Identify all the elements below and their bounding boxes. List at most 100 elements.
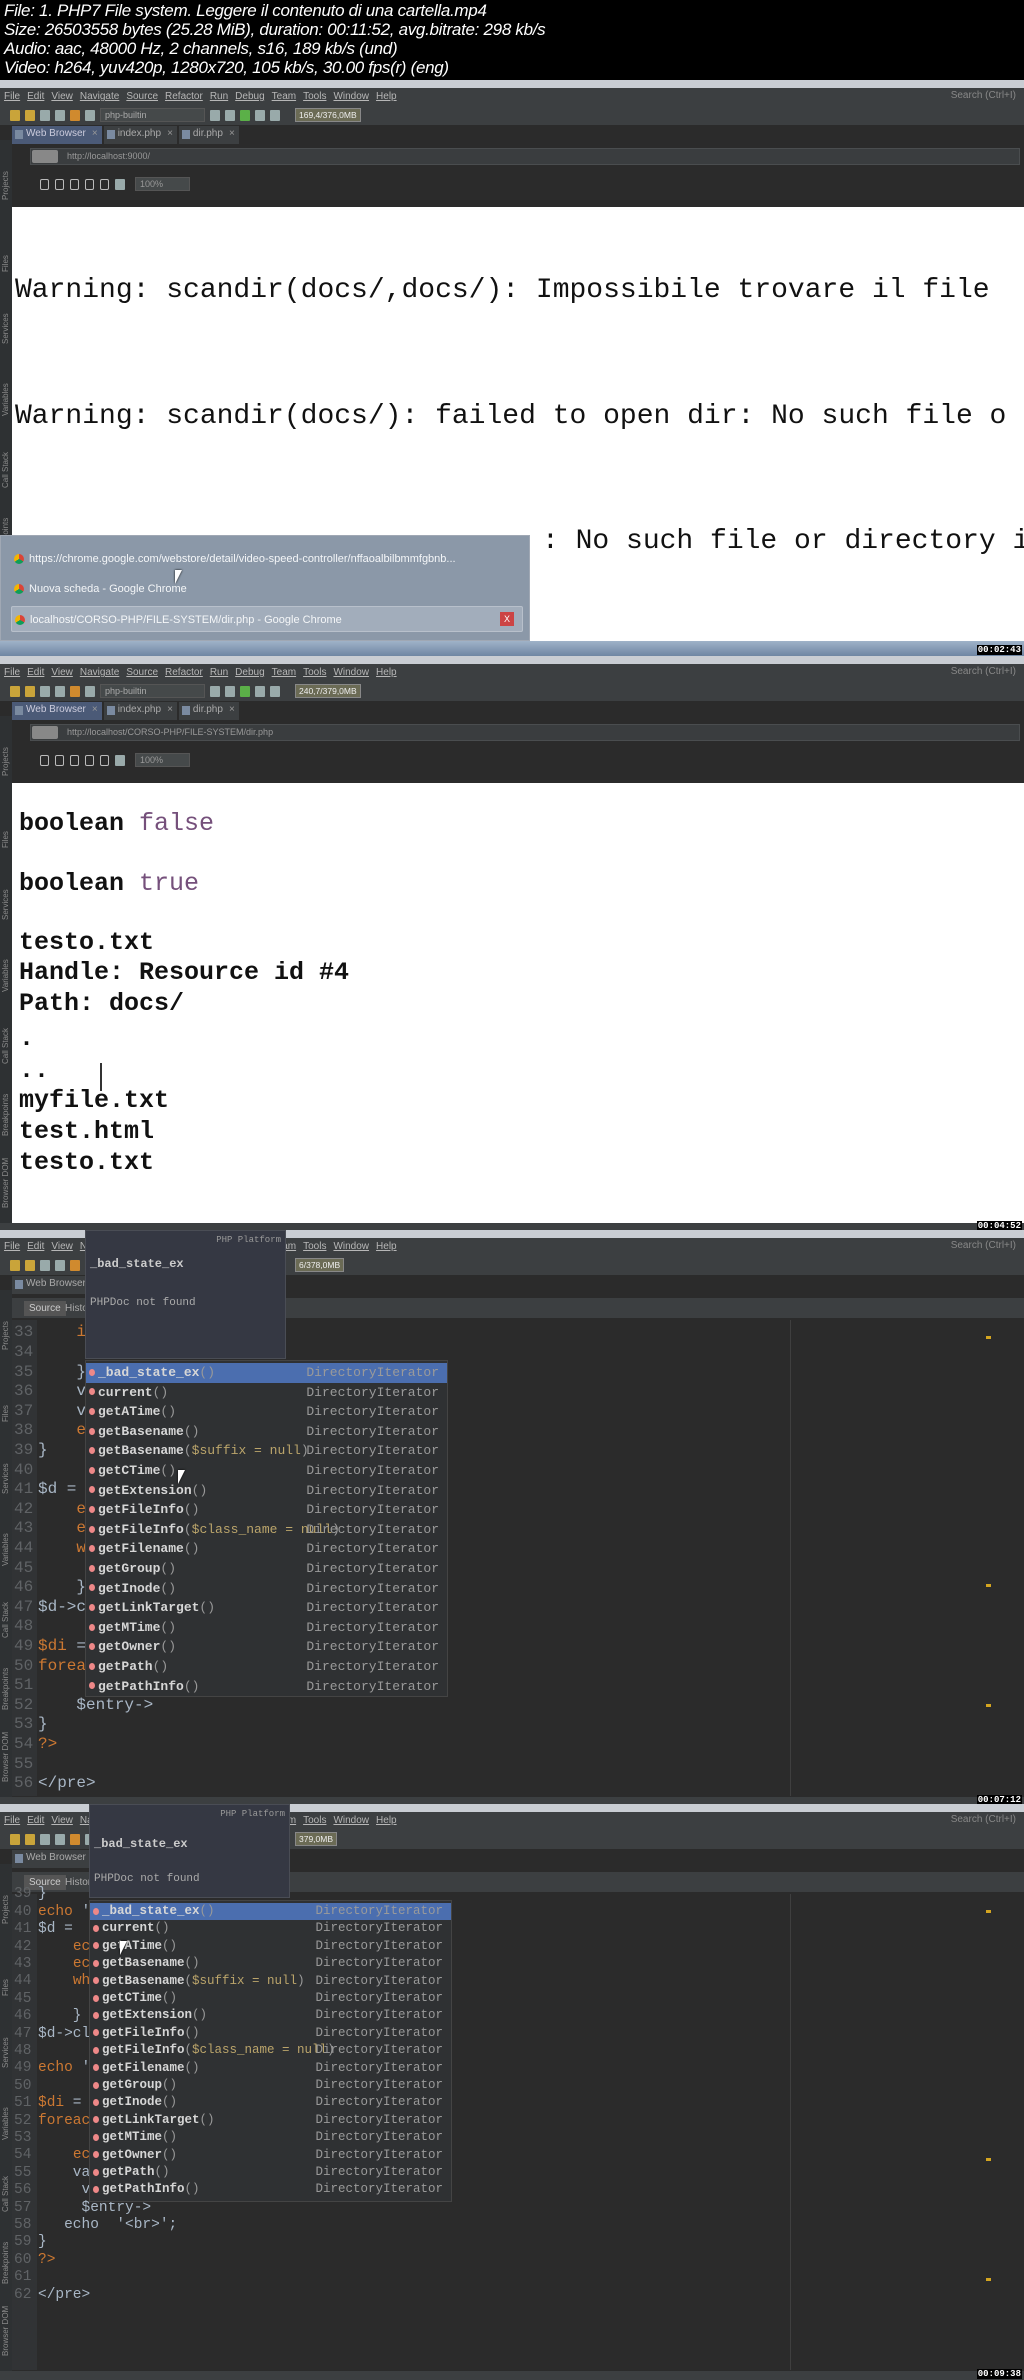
new-project-icon[interactable] — [25, 685, 35, 697]
completion-item[interactable]: getATime() DirectoryIterator — [86, 1402, 447, 1422]
side-panel-call-stack[interactable]: Call Stack — [1, 1602, 10, 1638]
side-panel-breakpoints[interactable]: Breakpoints — [1, 1668, 10, 1710]
search-box[interactable]: Search (Ctrl+I) — [951, 90, 1016, 101]
side-panel-projects[interactable]: Projects — [1, 1321, 10, 1350]
side-panel-files[interactable]: Files — [1, 255, 10, 272]
menu-run[interactable]: Run — [210, 667, 228, 678]
side-panel-breakpoints[interactable]: Breakpoints — [1, 1094, 10, 1136]
completion-item[interactable]: getFileInfo() DirectoryIterator — [90, 2025, 451, 2042]
completion-item[interactable]: getOwner() DirectoryIterator — [86, 1637, 447, 1657]
menu-help[interactable]: Help — [376, 667, 397, 678]
memory-indicator[interactable]: 6/378,0MB — [295, 1258, 345, 1272]
save-all-icon[interactable] — [55, 685, 65, 697]
warning-marker[interactable] — [986, 1704, 991, 1707]
search-box[interactable]: Search (Ctrl+I) — [951, 1240, 1016, 1251]
completion-item[interactable]: _bad_state_ex() DirectoryIterator — [86, 1363, 447, 1383]
menu-view[interactable]: View — [51, 1241, 73, 1252]
debug-icon[interactable] — [255, 685, 265, 697]
new-file-icon[interactable] — [10, 109, 20, 121]
menu-source[interactable]: Source — [126, 91, 158, 102]
side-panel-call-stack[interactable]: Call Stack — [1, 2176, 10, 2212]
tab-dir-php[interactable]: dir.php × — [178, 702, 239, 720]
side-panel-variables[interactable]: Variables — [1, 383, 10, 416]
menu-file[interactable]: File — [4, 1241, 20, 1252]
completion-item[interactable]: getFileInfo($class_name = null) Directory… — [86, 1520, 447, 1540]
new-project-icon[interactable] — [25, 1833, 35, 1845]
redo-icon[interactable] — [85, 685, 95, 697]
zoom-select[interactable]: 100% — [135, 177, 190, 191]
menu-file[interactable]: File — [4, 91, 20, 102]
menu-view[interactable]: View — [51, 91, 73, 102]
menu-run[interactable]: Run — [210, 91, 228, 102]
tablet-portrait-icon[interactable] — [70, 754, 79, 766]
completion-item[interactable]: getBasename() DirectoryIterator — [86, 1422, 447, 1442]
close-tab-icon[interactable]: × — [92, 704, 98, 715]
menu-help[interactable]: Help — [376, 1241, 397, 1252]
code-completion-list[interactable]: _bad_state_ex() DirectoryIterator current(… — [85, 1360, 448, 1697]
menu-help[interactable]: Help — [376, 1815, 397, 1826]
completion-item[interactable]: current() DirectoryIterator — [86, 1383, 447, 1403]
back-forward-buttons[interactable] — [32, 150, 58, 163]
phone-landscape-icon[interactable] — [85, 754, 94, 766]
side-panel-breakpoints[interactable]: Breakpoints — [1, 2242, 10, 2284]
completion-item[interactable]: getFilename() DirectoryIterator — [90, 2060, 451, 2077]
close-window-button[interactable]: X — [500, 612, 514, 626]
side-panel-services[interactable]: Services — [1, 313, 10, 344]
menu-tools[interactable]: Tools — [303, 1241, 326, 1252]
undo-icon[interactable] — [70, 109, 80, 121]
completion-item[interactable]: _bad_state_ex() DirectoryIterator — [90, 1903, 451, 1921]
close-tab-icon[interactable]: × — [167, 704, 173, 715]
menu-help[interactable]: Help — [376, 91, 397, 102]
warning-marker[interactable] — [986, 2158, 991, 2161]
completion-item[interactable]: getFileInfo($class_name = null) Directory… — [90, 2042, 451, 2059]
completion-item[interactable]: getPath() DirectoryIterator — [86, 1657, 447, 1677]
code-completion-list[interactable]: _bad_state_ex() DirectoryIterator current(… — [89, 1900, 452, 2202]
undo-icon[interactable] — [70, 685, 80, 697]
warning-marker[interactable] — [986, 1910, 991, 1913]
menu-edit[interactable]: Edit — [27, 667, 44, 678]
menu-debug[interactable]: Debug — [235, 667, 264, 678]
completion-item[interactable]: getGroup() DirectoryIterator — [86, 1559, 447, 1579]
menu-window[interactable]: Window — [333, 91, 369, 102]
menu-source[interactable]: Source — [126, 667, 158, 678]
menu-edit[interactable]: Edit — [27, 91, 44, 102]
completion-item[interactable]: getFileInfo() DirectoryIterator — [86, 1500, 447, 1520]
menu-refactor[interactable]: Refactor — [165, 91, 203, 102]
side-panel-projects[interactable]: Projects — [1, 1895, 10, 1924]
tablet-landscape-icon[interactable] — [55, 754, 64, 766]
menu-navigate[interactable]: Navigate — [80, 667, 119, 678]
menu-window[interactable]: Window — [333, 667, 369, 678]
phone-portrait-icon[interactable] — [100, 754, 109, 766]
build-icon[interactable] — [210, 109, 220, 121]
warning-marker[interactable] — [986, 1336, 991, 1339]
side-panel-call-stack[interactable]: Call Stack — [1, 452, 10, 488]
completion-item[interactable]: current() DirectoryIterator — [90, 1920, 451, 1937]
tab-index-php[interactable]: index.php × — [103, 702, 177, 720]
completion-item[interactable]: getFilename() DirectoryIterator — [86, 1539, 447, 1559]
new-project-icon[interactable] — [25, 1259, 35, 1271]
desktop-icon[interactable] — [40, 178, 49, 190]
side-panel-projects[interactable]: Projects — [1, 747, 10, 776]
save-all-icon[interactable] — [55, 1259, 65, 1271]
menu-tools[interactable]: Tools — [303, 667, 326, 678]
save-all-icon[interactable] — [55, 1833, 65, 1845]
memory-indicator[interactable]: 379,0MB — [295, 1832, 338, 1846]
close-tab-icon[interactable]: × — [92, 128, 98, 139]
completion-item[interactable]: getATime() DirectoryIterator — [90, 1938, 451, 1955]
url-bar[interactable]: http://localhost/CORSO-PHP/FILE-SYSTEM/d… — [30, 724, 1020, 741]
completion-item[interactable]: getInode() DirectoryIterator — [90, 2094, 451, 2111]
menu-view[interactable]: View — [51, 667, 73, 678]
open-project-icon[interactable] — [40, 685, 50, 697]
tablet-landscape-icon[interactable] — [55, 178, 64, 190]
completion-item[interactable]: getMTime() DirectoryIterator — [90, 2129, 451, 2146]
new-file-icon[interactable] — [10, 1833, 20, 1845]
completion-item[interactable]: getCTime() DirectoryIterator — [86, 1461, 447, 1481]
tab-web-browser[interactable]: Web Browser × — [12, 702, 102, 720]
completion-item[interactable]: getBasename($suffix = null) DirectoryIter… — [90, 1973, 451, 1990]
side-panel-variables[interactable]: Variables — [1, 1533, 10, 1566]
tab-index-php[interactable]: index.php × — [103, 126, 177, 144]
completion-item[interactable]: getPathInfo() DirectoryIterator — [86, 1677, 447, 1696]
zoom-select[interactable]: 100% — [135, 753, 190, 767]
menu-file[interactable]: File — [4, 667, 20, 678]
fit-icon[interactable] — [115, 178, 125, 190]
